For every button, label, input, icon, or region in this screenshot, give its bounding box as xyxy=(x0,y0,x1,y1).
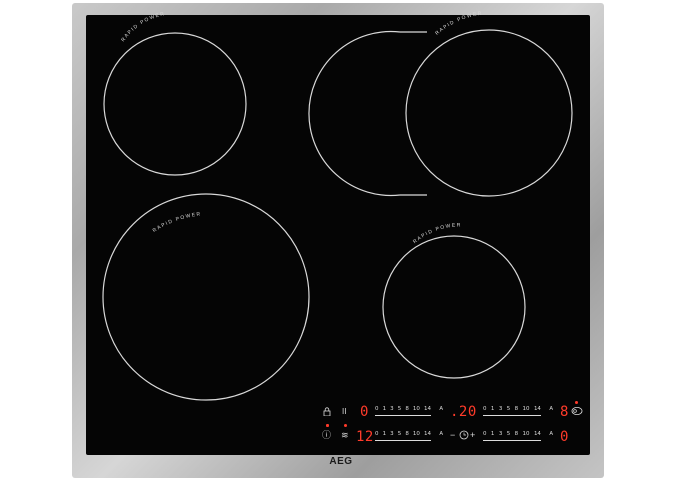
timer-display: .20 xyxy=(450,404,477,420)
brand-logo: AEG xyxy=(329,456,353,467)
zone-bottom-right[interactable] xyxy=(382,235,526,379)
zone-right-indicator xyxy=(575,401,578,404)
heat-level-icon[interactable]: ≋ xyxy=(341,431,349,440)
scale-numbers: 0 1 3 5 8 10 14 xyxy=(483,406,541,412)
zone-top-left[interactable] xyxy=(103,32,247,176)
zone-bottom-right-label: RAPID POWER xyxy=(412,222,462,245)
timer-plus-button[interactable]: + xyxy=(470,431,475,440)
zone-left-rear-display: 12 xyxy=(356,429,374,445)
info-icon[interactable]: ⓘ xyxy=(322,431,331,440)
zone-top-right-extension[interactable] xyxy=(308,30,401,197)
power-slider-row1-left[interactable]: 0 1 3 5 8 10 14 A xyxy=(375,406,443,422)
zone-right-rear-display: 8 xyxy=(560,404,569,420)
zone-right-front-display: 0 xyxy=(560,429,569,445)
timer-minus-button[interactable]: − xyxy=(450,431,455,440)
zone-left-front-display: 0 xyxy=(360,404,369,420)
zone-top-left-label: RAPID POWER xyxy=(120,11,166,43)
power-slider-row2-right[interactable]: 0 1 3 5 8 10 14 A xyxy=(483,431,553,447)
pause-indicator xyxy=(344,424,347,427)
scale-numbers: 0 1 3 5 8 10 14 xyxy=(483,431,541,437)
zone-top-right-label: RAPID POWER xyxy=(434,11,483,37)
power-slider-row2-left[interactable]: 0 1 3 5 8 10 14 A xyxy=(375,431,443,447)
power-slider-row1-right[interactable]: 0 1 3 5 8 10 14 A xyxy=(483,406,553,422)
zone-bottom-left-label: RAPID POWER xyxy=(152,211,202,234)
scale-numbers: 0 1 3 5 8 10 14 xyxy=(375,406,431,412)
bridge-icon[interactable] xyxy=(571,406,583,418)
pause-icon[interactable]: II xyxy=(342,407,346,416)
scale-numbers: 0 1 3 5 8 10 14 xyxy=(375,431,431,437)
timer-clock-icon[interactable] xyxy=(459,430,469,442)
zone-bottom-left[interactable] xyxy=(102,193,310,401)
lock-icon[interactable] xyxy=(323,407,331,418)
zone-top-right[interactable] xyxy=(405,29,573,197)
